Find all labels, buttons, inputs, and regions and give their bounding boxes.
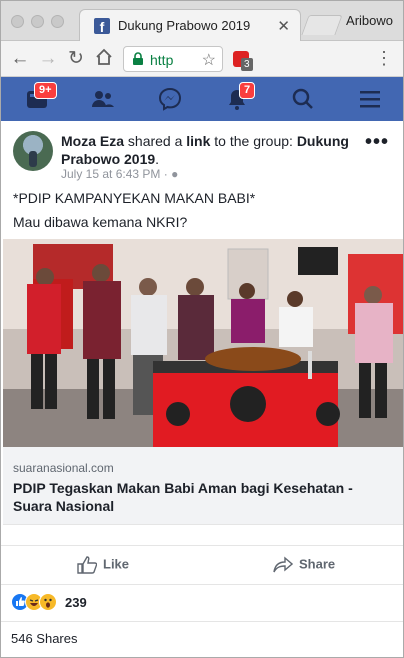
like-button[interactable]: Like (77, 556, 129, 574)
bookmark-star-icon[interactable]: ☆ (202, 50, 216, 70)
profile-name[interactable]: Aribowo (346, 13, 393, 28)
author-avatar[interactable] (13, 131, 53, 171)
back-arrow-icon[interactable]: ← (9, 48, 31, 70)
title-bar: f Dukung Prabowo 2019 ✕ Aribowo (1, 1, 403, 41)
home-notification-badge: 9+ (34, 82, 57, 99)
shared-text: shared a (124, 133, 187, 149)
post-actions-bar: Like Share (1, 545, 403, 585)
browser-window: f Dukung Prabowo 2019 ✕ Aribowo ← → ↻ ht… (0, 0, 404, 658)
divider (1, 621, 403, 622)
post-timestamp[interactable]: July 15 at 6:43 PM (61, 167, 160, 181)
link-title[interactable]: PDIP Tegaskan Makan Babi Aman bagi Keseh… (13, 479, 393, 515)
share-button[interactable]: Share (273, 556, 335, 574)
wow-reaction-icon (39, 593, 57, 611)
browser-menu-icon[interactable]: ⋮ (375, 49, 393, 67)
minimize-window-button[interactable] (31, 15, 44, 28)
share-arrow-icon (273, 556, 294, 573)
post-text-line-1: *PDIP KAMPANYEKAN MAKAN BABI* (13, 190, 256, 206)
share-label: Share (299, 556, 336, 572)
link-preview-image[interactable] (3, 239, 403, 447)
reaction-count: 239 (65, 595, 87, 610)
facebook-favicon-icon: f (94, 18, 110, 34)
reload-icon[interactable]: ↻ (65, 48, 87, 70)
to-group-text: to the group: (210, 133, 297, 149)
forward-arrow-icon[interactable]: → (37, 48, 59, 70)
home-icon[interactable] (93, 48, 115, 70)
shares-count[interactable]: 546 Shares (11, 631, 78, 646)
hamburger-menu-icon[interactable] (358, 87, 382, 111)
browser-toolbar: ← → ↻ http ☆ 3 ⋮ (1, 41, 403, 77)
post-meta: July 15 at 6:43 PM · ● (61, 167, 178, 181)
link-word[interactable]: link (186, 133, 210, 149)
post-header: Moza Eza shared a link to the group: Duk… (61, 132, 361, 168)
notifications-badge: 7 (239, 82, 256, 99)
lock-icon (133, 52, 143, 65)
maximize-window-button[interactable] (51, 15, 64, 28)
close-window-button[interactable] (11, 15, 24, 28)
tab-close-icon[interactable]: ✕ (277, 17, 290, 35)
header-period: . (155, 151, 160, 167)
post-options-icon[interactable]: ••• (365, 131, 389, 154)
like-label: Like (103, 556, 130, 572)
extension-badge: 3 (241, 58, 253, 71)
search-icon[interactable] (291, 87, 315, 111)
messenger-icon[interactable] (158, 87, 182, 111)
link-domain: suaranasional.com (13, 461, 114, 475)
link-preview-card[interactable]: suaranasional.com PDIP Tegaskan Makan Ba… (3, 447, 403, 525)
new-tab-button[interactable] (301, 15, 343, 35)
author-name[interactable]: Moza Eza (61, 133, 124, 149)
url-text: http (150, 52, 174, 68)
globe-icon: · ● (163, 167, 179, 181)
post-text-line-2: Mau dibawa kemana NKRI? (13, 214, 188, 230)
address-bar[interactable]: http ☆ (123, 46, 223, 72)
friends-icon[interactable] (91, 87, 115, 111)
facebook-nav-bar: 9+ 7 (1, 77, 403, 121)
thumbs-up-icon (77, 556, 98, 574)
tab-title: Dukung Prabowo 2019 (118, 18, 251, 33)
browser-tab[interactable]: f Dukung Prabowo 2019 ✕ (79, 9, 301, 41)
